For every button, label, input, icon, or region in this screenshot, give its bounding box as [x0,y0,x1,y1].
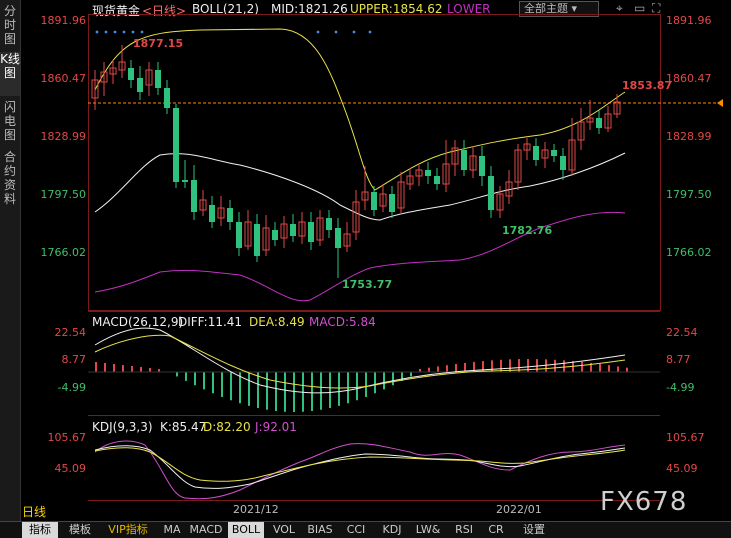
candle-body [290,224,296,236]
toolbar-kdj[interactable]: KDJ [376,522,408,538]
kdj-d-line [94,447,626,482]
candle-body [425,170,431,176]
toolbar-ma[interactable]: MA [158,522,186,538]
candle-body [227,208,233,222]
signal-dot [104,30,108,34]
candle-body [479,156,485,176]
candle-body [560,156,566,170]
signal-dot [140,30,144,34]
period-label[interactable]: 日线 [22,503,46,520]
toolbar-vip-indicators[interactable]: VIP指标 [102,522,154,538]
chart-area[interactable]: 现货黄金 <日线> BOLL(21,2) MID:1821.26 UPPER:1… [20,0,731,521]
toolbar-lw[interactable]: LW& [410,522,446,538]
sidebar: 分时图 K线图 闪电图 合约资料 [0,0,21,521]
candle-body [335,228,341,248]
candle-body [236,222,242,248]
candlestick-series [91,45,621,278]
signal-dot [334,30,338,34]
signal-dot [368,30,372,34]
candle-body [182,180,188,182]
candle-body [272,230,278,240]
tab-kline[interactable]: K线图 [0,52,20,96]
chart-svg: 1877.15 1753.77 1782.76 1853.87 [88,14,723,501]
kdj-j-line [94,440,626,500]
tab-intraday[interactable]: 分时图 [0,4,20,48]
indicator-toolbar: 指标 模板 VIP指标 MA MACD BOLL VOL BIAS CCI KD… [0,521,731,538]
last-price-arrow [717,99,723,107]
toolbar-cr[interactable]: CR [482,522,510,538]
candle-body [551,150,557,156]
candle-body [389,194,395,212]
tab-flash[interactable]: 闪电图 [0,100,20,144]
signal-dot [95,30,99,34]
candle-body [371,192,377,210]
signal-dot [122,30,126,34]
annotation-high: 1877.15 [133,37,183,50]
toolbar-indicators[interactable]: 指标 [22,522,58,538]
candle-body [596,118,602,128]
watermark-logo: FX678 [600,487,688,517]
candle-body [173,108,179,182]
candle-body [254,224,260,256]
toolbar-vol[interactable]: VOL [268,522,300,538]
candle-body [191,180,197,212]
macd-histogram [95,359,628,412]
toolbar-macd[interactable]: MACD [188,522,224,538]
candle-body [128,68,134,80]
toolbar-rsi[interactable]: RSI [448,522,480,538]
candle-body [461,150,467,170]
annotation-low-2: 1782.76 [502,224,552,237]
candle-body [533,146,539,160]
signal-dot [113,30,117,34]
candle-body [164,88,170,108]
toolbar-settings[interactable]: 设置 [514,522,554,538]
toolbar-boll[interactable]: BOLL [228,522,264,538]
candle-body [137,78,143,92]
candle-body [326,218,332,230]
toolbar-cci[interactable]: CCI [340,522,372,538]
candle-body [209,205,215,222]
candle-body [488,176,494,210]
signal-dot [352,30,356,34]
candle-body [155,70,161,88]
kdj-k-line [94,445,626,489]
toolbar-templates[interactable]: 模板 [62,522,98,538]
candle-body [434,176,440,184]
toolbar-bias[interactable]: BIAS [302,522,338,538]
tab-contract-info[interactable]: 合约资料 [0,150,20,210]
candle-body [308,222,314,242]
annotation-low-1: 1753.77 [342,278,392,291]
annotation-last: 1853.87 [622,79,672,92]
signal-dot [316,30,320,34]
signal-dot [131,30,135,34]
